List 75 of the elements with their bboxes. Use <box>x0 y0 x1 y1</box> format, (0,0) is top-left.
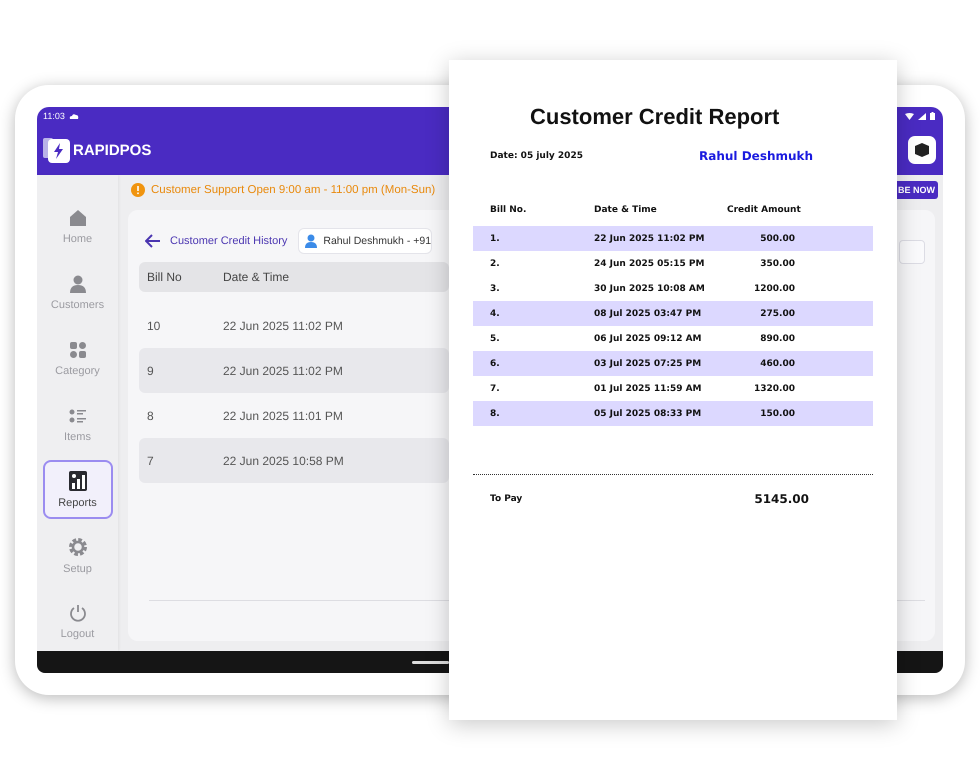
table-cell-text: 2. <box>490 258 501 268</box>
back-arrow-icon[interactable] <box>145 234 161 248</box>
table-cell-text: 30 Jun 2025 10:08 AM <box>594 284 706 294</box>
table-cell-text: 9 <box>146 364 155 378</box>
sidebar-item[interactable]: Logout <box>42 592 112 652</box>
table-cell: 22 Jun 2025 10:58 PM <box>223 454 344 468</box>
grid-icon <box>68 340 88 360</box>
status-time: 11:03 <box>43 111 65 121</box>
logo-icon <box>43 136 71 164</box>
table-cell-text: 08 Jul 2025 03:47 PM <box>594 308 702 318</box>
input-field[interactable] <box>899 240 925 264</box>
total-label: To Pay <box>490 494 524 504</box>
table-cell-text: 10 <box>146 318 162 332</box>
total-amount: 5145.00 <box>753 492 810 506</box>
table-cell-text: 3. <box>490 284 501 294</box>
table-cell-text: 01 Jul 2025 11:59 AM <box>594 384 703 394</box>
table-cell-text: 03 Jul 2025 07:25 PM <box>594 358 702 368</box>
table-cell: 22 Jun 2025 11:02 PM <box>223 364 343 378</box>
table-cell-text: 275.00 <box>759 308 796 318</box>
wifi-icon <box>905 112 914 120</box>
table-cell-text: 5. <box>490 334 501 344</box>
box-icon <box>914 143 930 157</box>
table-cell-text: 1. <box>490 234 501 244</box>
table-cell-text: 890.00 <box>759 334 796 344</box>
home-icon <box>68 208 88 228</box>
report-icon <box>68 470 88 492</box>
info-icon <box>131 183 145 197</box>
customer-name: Rahul Deshmukh <box>699 149 814 163</box>
brand-name: RAPIDPOS <box>73 142 152 158</box>
sidebar-item[interactable]: Reports <box>42 460 112 520</box>
sidebar-item[interactable]: Setup <box>42 526 112 586</box>
table-cell: 22 Jun 2025 11:02 PM <box>223 318 343 332</box>
column-header: Bill No <box>146 270 183 284</box>
customer-chip[interactable]: Rahul Deshmukh - +91 <box>298 228 432 254</box>
table-cell-text: 22 Jun 2025 11:02 PM <box>594 234 706 244</box>
table-cell-text: 1320.00 <box>753 384 796 394</box>
column-header: Bill No. <box>490 205 528 215</box>
sidebar-item[interactable]: Items <box>42 394 112 454</box>
table-cell-text: 1200.00 <box>753 284 796 294</box>
battery-icon <box>930 112 935 120</box>
support-notice: Customer Support Open 9:00 am - 11:00 pm (Mon-Sun) <box>151 184 436 196</box>
column-header: Credit Amount <box>727 205 802 215</box>
sidebar-item[interactable]: Home <box>42 197 112 256</box>
table-cell-text: 7. <box>490 384 501 394</box>
page-title: Customer Credit History <box>170 235 288 247</box>
report-date: Date: 05 july 2025 <box>490 151 584 161</box>
column-header: Date & Time <box>594 205 658 215</box>
table-cell-text: 4. <box>490 308 501 318</box>
home-indicator[interactable] <box>412 660 449 664</box>
table-cell-text: 6. <box>490 358 501 368</box>
cloud-icon <box>68 113 79 119</box>
table-cell-text: 500.00 <box>759 234 796 244</box>
table-cell-text: 460.00 <box>759 358 796 368</box>
person-icon <box>305 234 318 248</box>
table-row[interactable]: 9 22 Jun 2025 11:02 PM <box>139 348 449 393</box>
table-cell-text: 05 Jul 2025 08:33 PM <box>594 408 702 418</box>
table-cell-text: 350.00 <box>759 258 796 268</box>
customer-name: Rahul Deshmukh - +91 <box>323 235 432 247</box>
column-header: Date & Time <box>223 270 290 284</box>
sidebar-item[interactable]: Category <box>42 328 112 388</box>
table-row[interactable]: 7 22 Jun 2025 10:58 PM <box>139 438 449 483</box>
report-title: Customer Credit Report <box>529 104 780 130</box>
drawer-button[interactable] <box>908 136 936 164</box>
table-cell: 22 Jun 2025 11:01 PM <box>223 408 343 422</box>
power-icon <box>68 603 88 624</box>
table-cell-text: 150.00 <box>759 408 796 418</box>
table-cell-text: 8 <box>146 408 155 422</box>
table-cell-text: 8. <box>490 408 501 418</box>
table-cell-text: 7 <box>146 454 155 468</box>
sidebar-item[interactable]: Customers <box>42 262 112 322</box>
signal-icon <box>918 112 926 120</box>
table-cell-text: 24 Jun 2025 05:15 PM <box>594 258 706 268</box>
person-icon <box>68 274 88 294</box>
table-cell-text: 06 Jul 2025 09:12 AM <box>594 334 703 344</box>
gear-icon <box>66 536 88 558</box>
